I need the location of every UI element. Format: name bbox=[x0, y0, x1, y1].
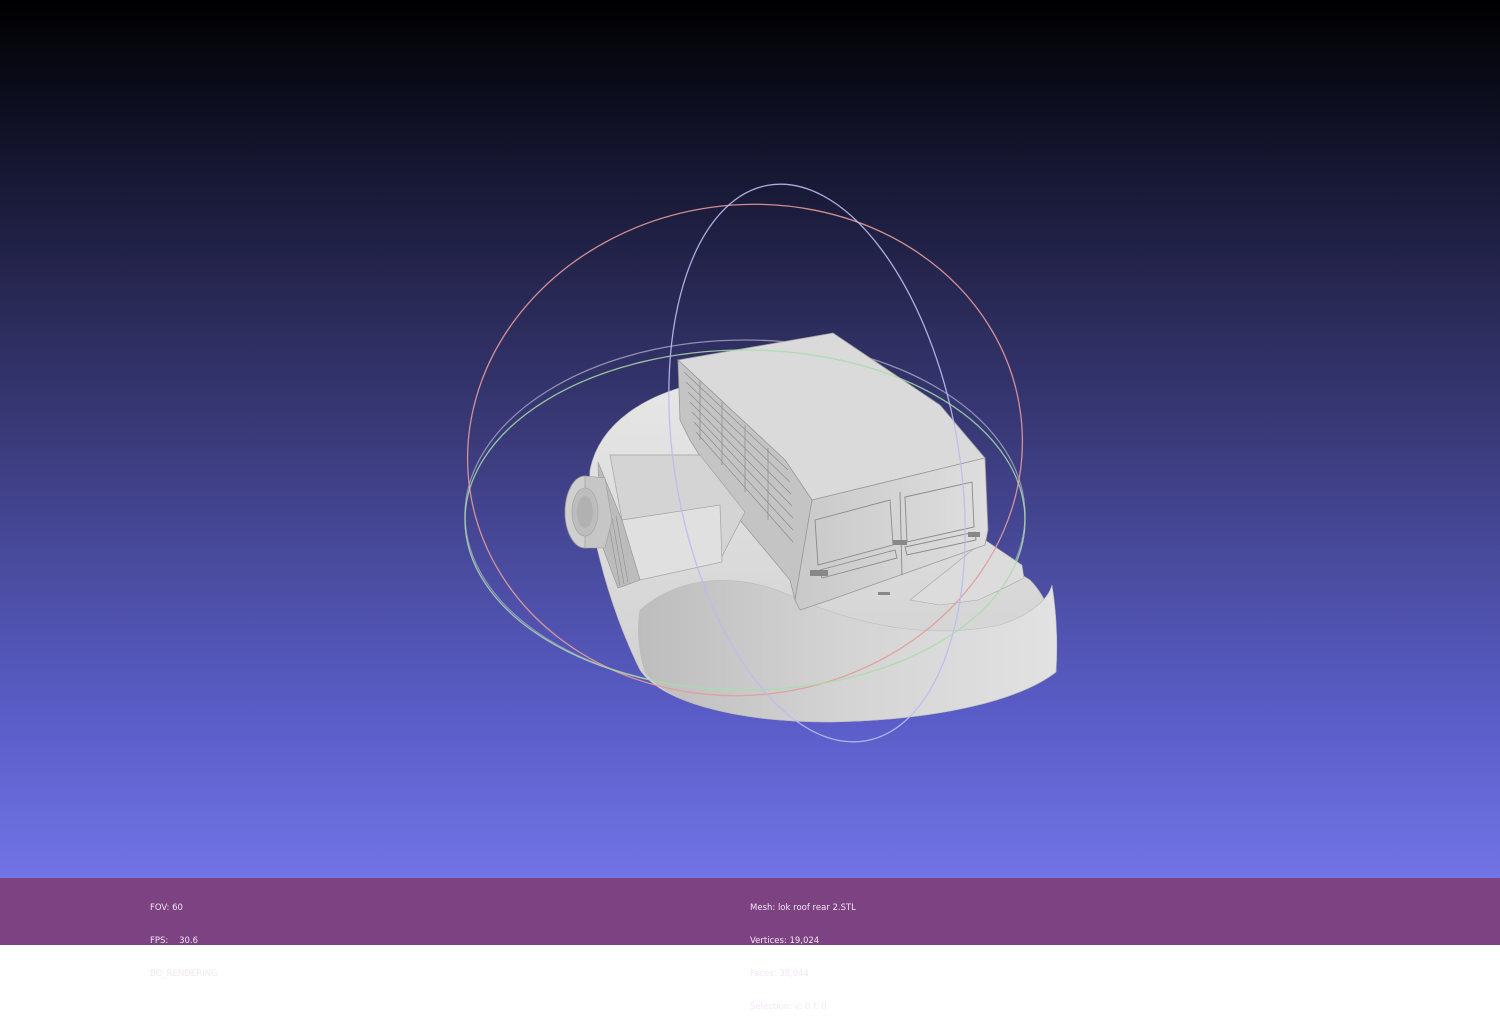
mesh-name-label: Mesh: lok roof rear 2.STL bbox=[750, 903, 856, 913]
info-bar: FOV: 60 FPS: 30.6 BO_RENDERING Mesh: lok… bbox=[0, 878, 1500, 1012]
fps-label: FPS: 30.6 bbox=[150, 936, 199, 946]
loco-roof-rear-mesh[interactable] bbox=[564, 332, 1058, 723]
render-info: FOV: 60 FPS: 30.6 BO_RENDERING bbox=[150, 881, 218, 1002]
3d-viewport[interactable] bbox=[0, 0, 1500, 878]
fov-label: FOV: 60 bbox=[150, 903, 183, 913]
render-mode-label: BO_RENDERING bbox=[150, 969, 218, 979]
selection-label: Selection: v: 0 f: 0 bbox=[750, 1002, 827, 1012]
vertices-label: Vertices: 19,024 bbox=[750, 936, 820, 946]
faces-label: Faces: 38,044 bbox=[750, 969, 809, 979]
scene-canvas[interactable] bbox=[0, 0, 1500, 878]
mesh-info: Mesh: lok roof rear 2.STL Vertices: 19,0… bbox=[750, 881, 856, 1035]
